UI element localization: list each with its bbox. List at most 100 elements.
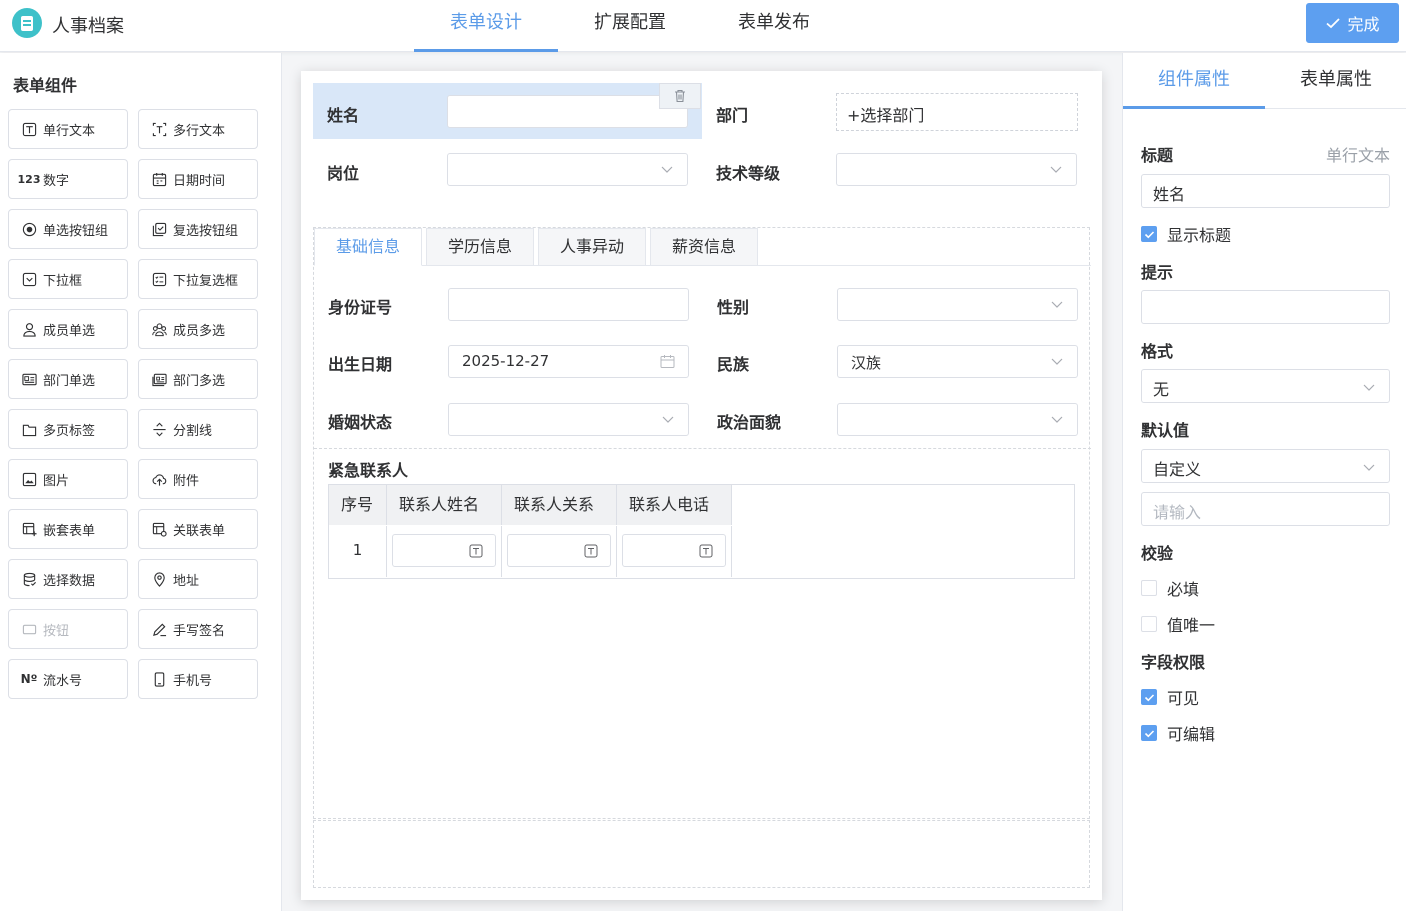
title-prop-input[interactable]: 姓名 (1141, 174, 1390, 208)
user-icon (21, 321, 37, 337)
form-canvas: 姓名 部门 +选择部门 岗位 技术等级 基础信息 学历信息 人事异动 薪资信息 … (301, 71, 1102, 900)
tab-salary-info[interactable]: 薪资信息 (650, 228, 758, 266)
ethnicity-field-label: 民族 (717, 355, 750, 374)
checkbox-box (1141, 725, 1157, 741)
marital-select[interactable] (448, 403, 689, 436)
component-divider-button[interactable]: 分割线 (138, 409, 258, 449)
format-prop-label: 格式 (1141, 342, 1174, 361)
top-header: 人事档案 表单设计 扩展配置 表单发布 完成 (0, 0, 1406, 52)
default-value-input[interactable]: 请输入 (1141, 492, 1390, 526)
properties-tabs: 组件属性 表单属性 (1123, 53, 1406, 109)
delete-field-button[interactable] (659, 83, 701, 109)
tab-form-design[interactable]: 表单设计 (414, 0, 558, 52)
tab-basic-info[interactable]: 基础信息 (314, 228, 422, 266)
component-radio-button[interactable]: 单选按钮组 (8, 209, 128, 249)
permission-label: 字段权限 (1141, 653, 1206, 672)
show-title-checkbox[interactable]: 显示标题 (1141, 222, 1231, 246)
checkbox-box (1141, 689, 1157, 705)
check-icon (1326, 18, 1341, 29)
signature-icon (151, 621, 167, 637)
tab-personnel-change[interactable]: 人事异动 (538, 228, 646, 266)
multi-dropdown-icon (151, 271, 167, 287)
gender-select[interactable] (837, 288, 1078, 321)
required-checkbox[interactable]: 必填 (1141, 576, 1199, 600)
select-dept-button[interactable]: +选择部门 (836, 93, 1078, 131)
tech-level-field-label: 技术等级 (716, 164, 781, 183)
component-label: 选择数据 (43, 573, 96, 589)
component-mobile-button[interactable]: 手机号 (138, 659, 258, 699)
nested-form-icon (21, 521, 37, 537)
calendar-icon (151, 171, 167, 187)
component-nested-form-button[interactable]: 嵌套表单 (8, 509, 128, 549)
component-text-input-button[interactable]: 单行文本 (8, 109, 128, 149)
political-field-label: 政治面貌 (717, 413, 782, 432)
contact-phone-cell (617, 526, 732, 577)
editable-label: 可编辑 (1167, 725, 1216, 744)
name-input[interactable] (447, 95, 688, 128)
tabs-icon (21, 421, 37, 437)
position-field-label: 岗位 (327, 164, 360, 183)
contact-phone-input[interactable] (622, 534, 726, 567)
done-button[interactable]: 完成 (1306, 3, 1399, 43)
component-dept-button[interactable]: 部门单选 (8, 359, 128, 399)
component-number-button[interactable]: 123 数字 (8, 159, 128, 199)
component-image-button[interactable]: 图片 (8, 459, 128, 499)
name-field-label: 姓名 (327, 106, 360, 125)
component-depts-button[interactable]: 部门多选 (138, 359, 258, 399)
properties-panel: 组件属性 表单属性 标题 单行文本 姓名 显示标题 提示 格式 无 默认值 自定… (1122, 53, 1406, 911)
upload-icon (151, 471, 167, 487)
component-label: 下拉复选框 (173, 273, 239, 289)
visible-checkbox[interactable]: 可见 (1141, 685, 1199, 709)
birth-date-input[interactable]: 2025-12-27 (448, 345, 689, 378)
id-input[interactable] (448, 288, 689, 321)
drop-zone[interactable] (313, 820, 1090, 888)
component-label: 成员单选 (43, 323, 96, 339)
name-field-selected[interactable]: 姓名 (313, 83, 702, 139)
contact-name-input[interactable] (392, 534, 496, 567)
component-checkbox-button[interactable]: 复选按钮组 (138, 209, 258, 249)
tab-education-info[interactable]: 学历信息 (426, 228, 534, 266)
default-type-select[interactable]: 自定义 (1141, 449, 1390, 483)
linked-form-icon (151, 521, 167, 537)
component-signature-button[interactable]: 手写签名 (138, 609, 258, 649)
component-label: 成员多选 (173, 323, 226, 339)
component-dropdown-button[interactable]: 下拉框 (8, 259, 128, 299)
text-input-icon (584, 544, 598, 558)
hint-prop-label: 提示 (1141, 263, 1174, 282)
component-database-button[interactable]: 选择数据 (8, 559, 128, 599)
component-textarea-button[interactable]: 多行文本 (138, 109, 258, 149)
position-select[interactable] (447, 153, 688, 186)
text-input-icon (21, 121, 37, 137)
default-prop-label: 默认值 (1141, 421, 1190, 440)
contact-relation-input[interactable] (507, 534, 611, 567)
tab-extension-config[interactable]: 扩展配置 (558, 0, 702, 52)
component-location-button[interactable]: 地址 (138, 559, 258, 599)
text-input-icon (469, 544, 483, 558)
checkbox-box (1141, 616, 1157, 632)
component-user-button[interactable]: 成员单选 (8, 309, 128, 349)
component-serial-number-button[interactable]: Nº 流水号 (8, 659, 128, 699)
component-calendar-button[interactable]: 日期时间 (138, 159, 258, 199)
format-select[interactable]: 无 (1141, 369, 1390, 403)
unique-checkbox[interactable]: 值唯一 (1141, 612, 1215, 636)
hint-prop-input[interactable] (1141, 290, 1390, 324)
component-linked-form-button[interactable]: 关联表单 (138, 509, 258, 549)
birth-field-label: 出生日期 (328, 355, 393, 374)
component-tabs-button[interactable]: 多页标签 (8, 409, 128, 449)
tab-form-properties[interactable]: 表单属性 (1265, 53, 1406, 109)
component-upload-button[interactable]: 附件 (138, 459, 258, 499)
component-users-button[interactable]: 成员多选 (138, 309, 258, 349)
component-multi-dropdown-button[interactable]: 下拉复选框 (138, 259, 258, 299)
number-icon: 123 (17, 172, 41, 186)
checkbox-box (1141, 580, 1157, 596)
default-type-value: 自定义 (1153, 460, 1202, 479)
tab-component-properties[interactable]: 组件属性 (1123, 53, 1265, 109)
component-label: 按钮 (43, 623, 70, 639)
tab-form-publish[interactable]: 表单发布 (702, 0, 846, 52)
tech-level-select[interactable] (836, 153, 1077, 186)
ethnicity-select[interactable]: 汉族 (837, 345, 1078, 378)
tabs-container: 基础信息 学历信息 人事异动 薪资信息 身份证号 性别 出生日期 2025-12… (313, 227, 1091, 819)
editable-checkbox[interactable]: 可编辑 (1141, 721, 1215, 745)
component-label: 数字 (43, 173, 70, 189)
political-select[interactable] (837, 403, 1078, 436)
